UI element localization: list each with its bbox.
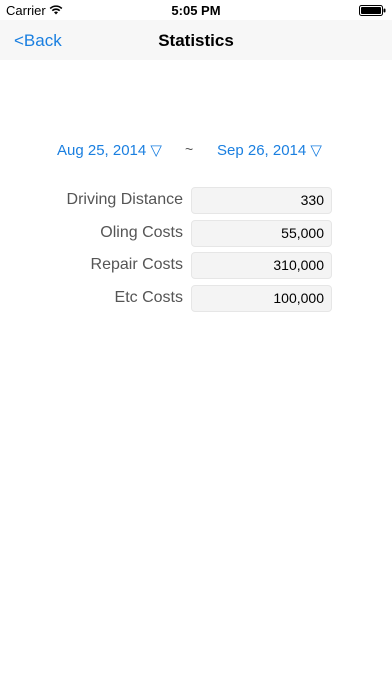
- etc-costs-label: Etc Costs: [114, 289, 183, 306]
- repair-costs-field[interactable]: 310,000: [191, 252, 332, 279]
- status-time: 5:05 PM: [171, 3, 221, 18]
- page-title: Statistics: [158, 31, 234, 50]
- navigation-bar: <Back Statistics: [0, 20, 392, 60]
- status-bar: Carrier 5:05 PM: [0, 0, 392, 22]
- oiling-costs-label: Oling Costs: [100, 224, 183, 241]
- driving-distance-label: Driving Distance: [66, 191, 183, 208]
- end-date-picker[interactable]: Sep 26, 2014 ▽: [217, 141, 322, 159]
- driving-distance-field[interactable]: 330: [191, 187, 332, 214]
- oiling-costs-field[interactable]: 55,000: [191, 220, 332, 247]
- start-date-picker[interactable]: Aug 25, 2014 ▽: [57, 141, 162, 159]
- repair-costs-label: Repair Costs: [90, 256, 183, 273]
- etc-costs-field[interactable]: 100,000: [191, 285, 332, 312]
- date-range-separator: ~: [185, 141, 194, 157]
- battery-icon: [359, 5, 386, 16]
